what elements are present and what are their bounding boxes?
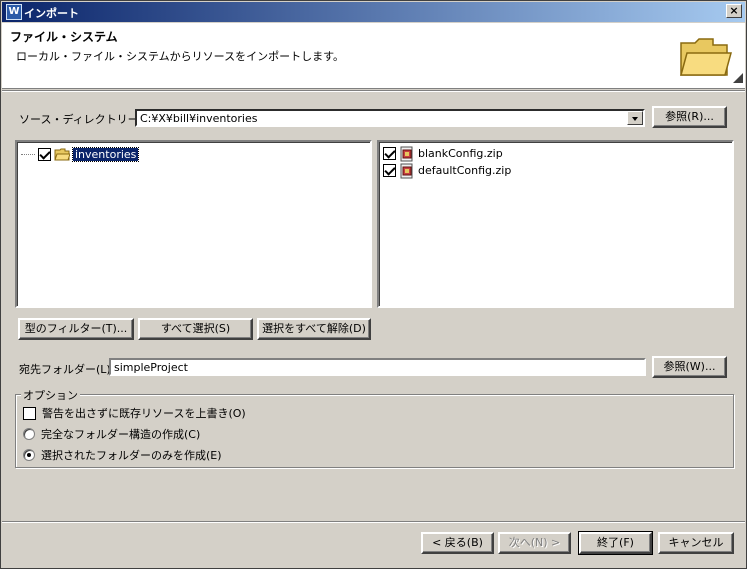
tree-item-checkbox[interactable] [38, 147, 51, 161]
folder-icon [54, 148, 70, 160]
create-selected-label[interactable]: 選択されたフォルダーのみを作成(E) [41, 447, 222, 463]
select-all-button[interactable]: すべて選択(S) [138, 318, 253, 340]
create-selected-option[interactable]: 選択されたフォルダーのみを作成(E) [23, 447, 222, 463]
chevron-down-icon[interactable] [627, 111, 643, 125]
open-folder-icon [680, 38, 732, 76]
destination-folder-input[interactable]: simpleProject [109, 358, 646, 376]
create-structure-option[interactable]: 完全なフォルダー構造の作成(C) [23, 426, 200, 442]
create-structure-label[interactable]: 完全なフォルダー構造の作成(C) [41, 426, 200, 442]
list-item[interactable]: defaultConfig.zip [383, 162, 511, 179]
options-group-label: オプション [21, 387, 80, 403]
window-title: インポート [24, 7, 79, 20]
tree-connector [21, 153, 35, 155]
filter-types-button[interactable]: 型のフィルター(T)... [18, 318, 134, 340]
file-list-panel[interactable]: blankConfig.zip defaultConfig.zip [377, 140, 734, 308]
create-selected-radio[interactable] [23, 449, 35, 461]
zip-file-icon [400, 146, 413, 161]
overwrite-option[interactable]: 警告を出さずに既存リソースを上書き(O) [23, 405, 246, 421]
deselect-all-button[interactable]: 選択をすべて解除(D) [257, 318, 371, 340]
file-label: defaultConfig.zip [418, 164, 512, 177]
zip-file-icon [400, 163, 413, 178]
import-dialog: W インポート × ファイル・システム ローカル・ファイル・システムからリソース… [0, 0, 747, 569]
source-browse-button[interactable]: 参照(R)... [652, 106, 727, 128]
tree-item[interactable]: inventories [21, 146, 140, 162]
next-button[interactable]: 次へ(N) > [498, 532, 571, 554]
file-label: blankConfig.zip [418, 147, 503, 160]
destination-folder-label: 宛先フォルダー(L): [19, 363, 115, 376]
tree-item-label[interactable]: inventories [71, 146, 140, 162]
create-structure-radio[interactable] [23, 428, 35, 440]
file-checkbox[interactable] [383, 147, 396, 160]
close-button[interactable]: × [726, 4, 742, 18]
overwrite-checkbox[interactable] [23, 406, 36, 420]
list-item[interactable]: blankConfig.zip [383, 145, 503, 162]
title-bar[interactable]: W インポート × [2, 2, 745, 22]
source-directory-value[interactable]: C:¥X¥bill¥inventories [140, 112, 257, 125]
app-icon: W [6, 4, 22, 20]
resize-grip-icon [733, 73, 743, 83]
back-button[interactable]: < 戻る(B) [421, 532, 494, 554]
header-divider [2, 90, 745, 92]
finish-button[interactable]: 終了(F) [578, 531, 653, 555]
overwrite-label[interactable]: 警告を出さずに既存リソースを上書き(O) [42, 405, 246, 421]
cancel-button[interactable]: キャンセル [658, 532, 734, 554]
source-directory-combo[interactable]: C:¥X¥bill¥inventories [135, 109, 645, 127]
page-title: ファイル・システム [10, 30, 118, 44]
footer-divider [2, 521, 745, 523]
page-description: ローカル・ファイル・システムからリソースをインポートします。 [16, 50, 345, 63]
destination-browse-button[interactable]: 参照(W)... [652, 356, 727, 378]
folder-tree-panel[interactable]: inventories [15, 140, 372, 308]
wizard-header: ファイル・システム ローカル・ファイル・システムからリソースをインポートします。 [2, 23, 745, 89]
file-checkbox[interactable] [383, 164, 396, 177]
